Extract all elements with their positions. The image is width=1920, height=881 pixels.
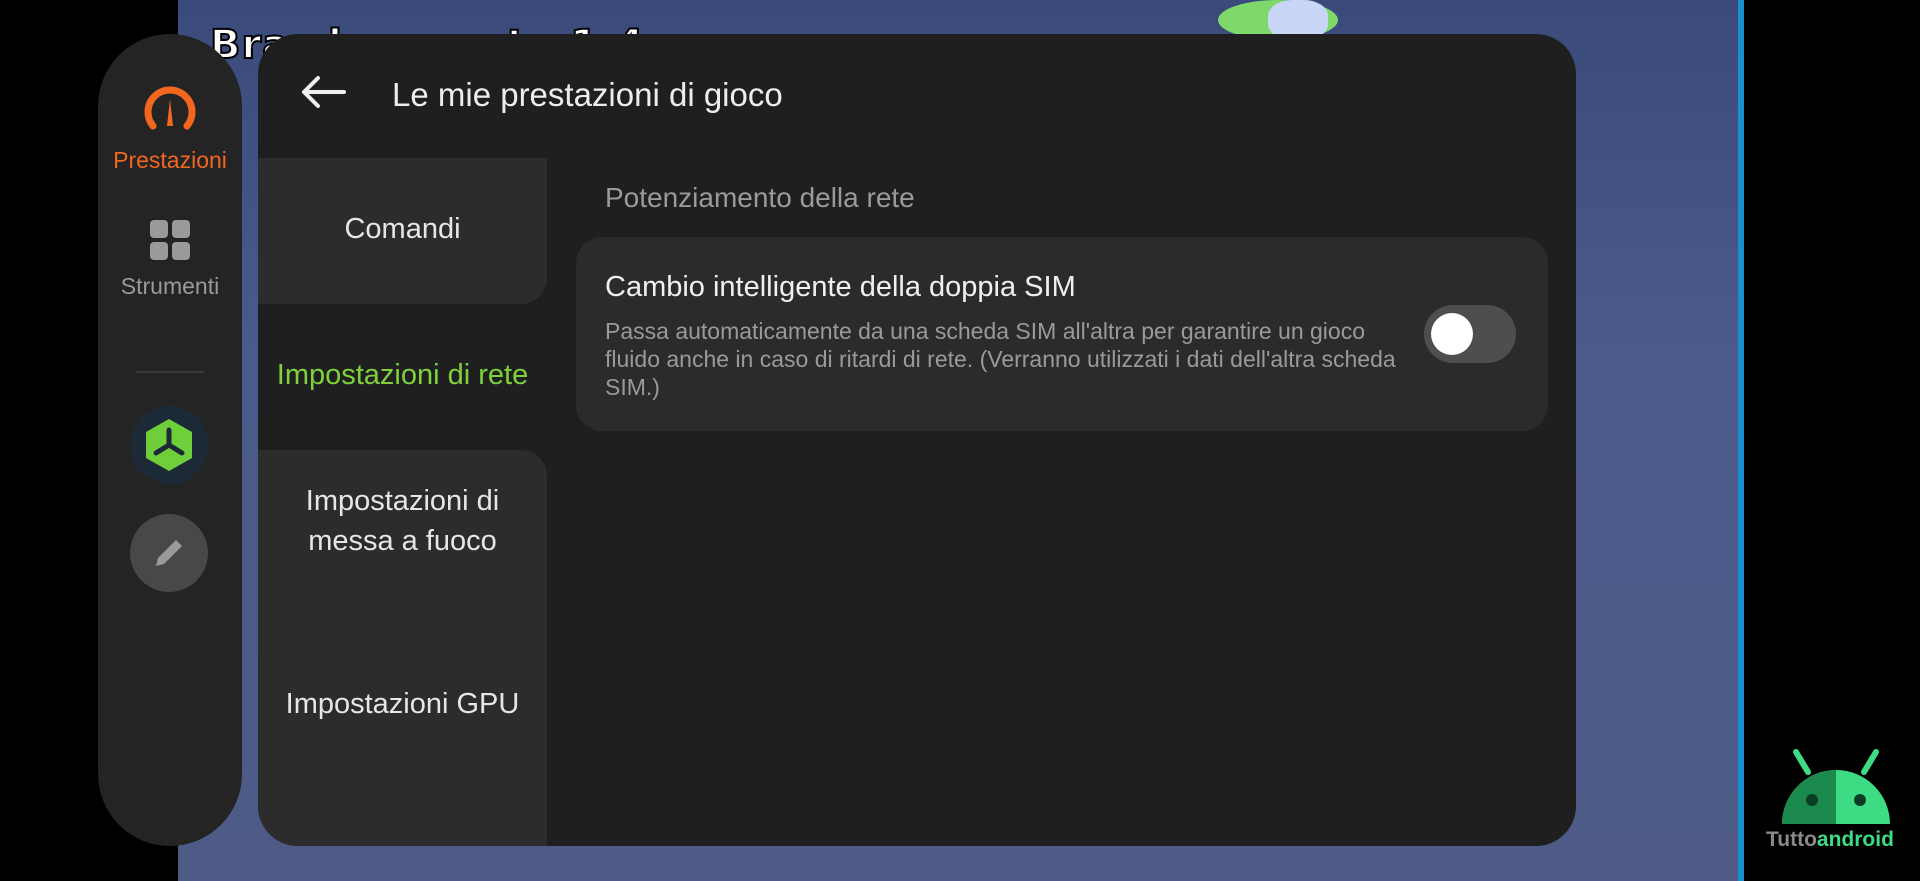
- rail-item-strumenti[interactable]: Strumenti: [98, 218, 242, 300]
- toggle-knob: [1431, 313, 1473, 355]
- performance-panel: Le mie prestazioni di gioco Comandi Impo…: [258, 34, 1576, 846]
- setting-title: Cambio intelligente della doppia SIM: [605, 271, 1076, 303]
- arrow-left-icon: [302, 76, 346, 108]
- nav-item-gpu[interactable]: Impostazioni GPU: [258, 684, 547, 724]
- setting-description: Passa automaticamente da una scheda SIM …: [605, 318, 1396, 400]
- side-rail: Prestazioni Strumenti: [98, 34, 242, 846]
- android-logo-icon: [1782, 749, 1890, 824]
- rail-item-prestazioni[interactable]: Prestazioni: [98, 82, 242, 174]
- app-icon[interactable]: [130, 406, 208, 484]
- page-title: Le mie prestazioni di gioco: [392, 76, 783, 113]
- back-button[interactable]: [300, 74, 346, 110]
- nav-item-comandi[interactable]: Comandi: [258, 209, 547, 249]
- gauge-icon: [144, 86, 196, 130]
- nav-item-rete[interactable]: Impostazioni di rete: [258, 355, 547, 395]
- cube-icon: [146, 419, 192, 471]
- watermark: Tuttoandroid: [1766, 744, 1906, 854]
- dual-sim-toggle[interactable]: [1424, 305, 1516, 363]
- grid-icon: [150, 220, 190, 260]
- rail-label: Strumenti: [120, 273, 220, 299]
- section-title: Potenziamento della rete: [605, 182, 915, 213]
- rail-divider: [136, 371, 204, 373]
- settings-nav: Comandi Impostazioni di rete Impostazion…: [258, 158, 547, 846]
- rail-label: Prestazioni: [113, 147, 227, 173]
- pencil-icon: [156, 540, 182, 566]
- edit-button[interactable]: [130, 514, 208, 592]
- nav-item-messa-a-fuoco[interactable]: Impostazioni di messa a fuoco: [258, 481, 547, 561]
- watermark-text: Tuttoandroid: [1766, 828, 1894, 851]
- setting-card: Cambio intelligente della doppia SIM Pas…: [576, 237, 1548, 431]
